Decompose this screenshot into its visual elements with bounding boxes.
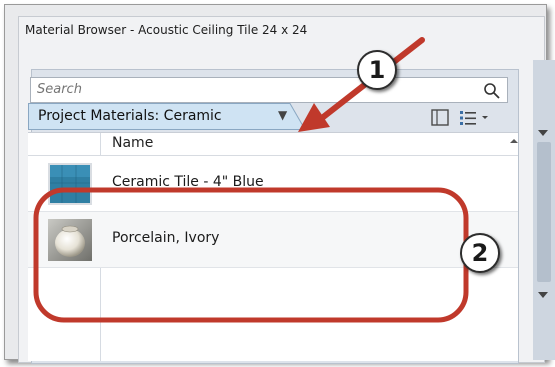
callout-1: 1: [357, 50, 397, 90]
highlight-ring: [33, 187, 469, 323]
callout-2: 2: [460, 233, 500, 273]
callout-arrow: [298, 37, 425, 132]
annotation-overlay: [33, 37, 469, 323]
